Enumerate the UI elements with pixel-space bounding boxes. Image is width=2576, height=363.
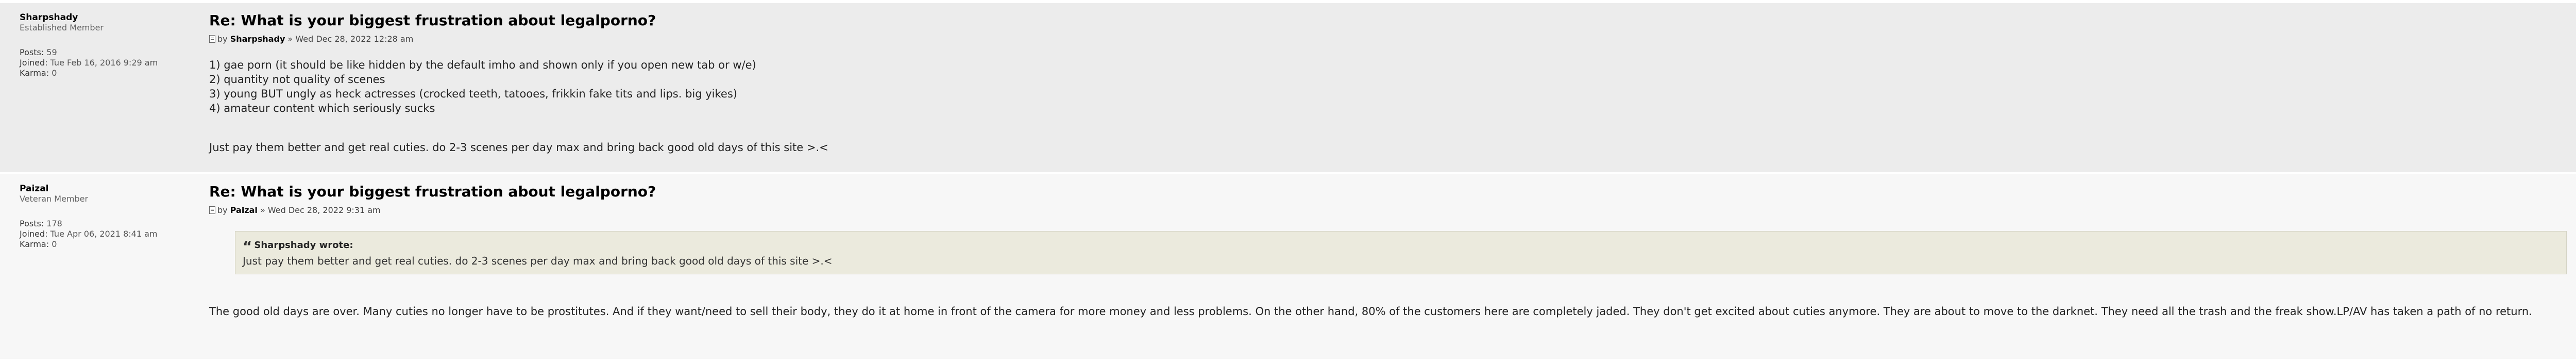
- joined-date: Tue Apr 06, 2021 8:41 am: [50, 229, 158, 239]
- quote-cite: “Sharpshady wrote:: [243, 238, 2559, 255]
- content-line: 1) gae porn (it should be like hidden by…: [209, 59, 756, 71]
- post-meta: by Paizal » Wed Dec 28, 2022 9:31 am: [209, 205, 2576, 216]
- content-line: The good old days are over. Many cuties …: [209, 305, 2532, 318]
- post-document-icon[interactable]: [209, 35, 215, 43]
- karma-label: Karma:: [20, 239, 49, 249]
- content-line: 4) amateur content which seriously sucks: [209, 102, 435, 114]
- author-joined: Joined: Tue Apr 06, 2021 8:41 am: [20, 229, 190, 239]
- post-paizal: Paizal Veteran Member Posts: 178 Joined:…: [0, 174, 2576, 361]
- meta-date: » Wed Dec 28, 2022 9:31 am: [260, 205, 381, 215]
- content-line: Just pay them better and get real cuties…: [209, 141, 828, 154]
- meta-author[interactable]: Paizal: [230, 205, 258, 215]
- post-title[interactable]: Re: What is your biggest frustration abo…: [209, 183, 2576, 201]
- post-body: Re: What is your biggest frustration abo…: [209, 11, 2576, 155]
- karma-value: 0: [52, 68, 57, 78]
- quote-block: “Sharpshady wrote: Just pay them better …: [235, 231, 2567, 274]
- meta-by: by: [217, 205, 228, 215]
- joined-label: Joined:: [20, 58, 48, 68]
- meta-author[interactable]: Sharpshady: [230, 34, 285, 44]
- meta-date: » Wed Dec 28, 2022 12:28 am: [287, 34, 414, 44]
- karma-label: Karma:: [20, 68, 49, 78]
- post-meta: by Sharpshady » Wed Dec 28, 2022 12:28 a…: [209, 34, 2576, 44]
- author-stats: Posts: 178 Joined: Tue Apr 06, 2021 8:41…: [20, 219, 190, 250]
- post-profile: Sharpshady Established Member Posts: 59 …: [20, 12, 190, 78]
- author-rank: Established Member: [20, 23, 104, 32]
- post-sharpshady: Sharpshady Established Member Posts: 59 …: [0, 3, 2576, 174]
- posts-label: Posts:: [20, 219, 44, 228]
- author-karma: Karma: 0: [20, 68, 190, 78]
- content-line: 2) quantity not quality of scenes: [209, 73, 385, 86]
- posts-label: Posts:: [20, 47, 44, 57]
- content-line: 3) young BUT ungly as heck actresses (cr…: [209, 88, 737, 100]
- post-body: Re: What is your biggest frustration abo…: [209, 183, 2576, 319]
- posts-count[interactable]: 178: [46, 219, 62, 228]
- author-posts: Posts: 178: [20, 219, 190, 229]
- joined-label: Joined:: [20, 229, 48, 239]
- post-content: The good old days are over. Many cuties …: [209, 304, 2576, 319]
- post-profile: Paizal Veteran Member Posts: 178 Joined:…: [20, 184, 190, 250]
- author-joined: Joined: Tue Feb 16, 2016 9:29 am: [20, 58, 190, 68]
- quote-text: Just pay them better and get real cuties…: [243, 255, 833, 267]
- author-posts: Posts: 59: [20, 47, 190, 58]
- author-rank: Veteran Member: [20, 194, 89, 204]
- author-username[interactable]: Sharpshady: [20, 12, 190, 23]
- author-stats: Posts: 59 Joined: Tue Feb 16, 2016 9:29 …: [20, 47, 190, 78]
- author-karma: Karma: 0: [20, 239, 190, 250]
- meta-by: by: [217, 34, 228, 44]
- post-title[interactable]: Re: What is your biggest frustration abo…: [209, 11, 2576, 30]
- quote-mark-icon: “: [243, 238, 252, 255]
- author-username[interactable]: Paizal: [20, 184, 190, 194]
- quote-author: Sharpshady wrote:: [254, 240, 353, 251]
- karma-value: 0: [52, 239, 57, 249]
- post-content: 1) gae porn (it should be like hidden by…: [209, 58, 2576, 155]
- joined-date: Tue Feb 16, 2016 9:29 am: [50, 58, 158, 68]
- posts-count[interactable]: 59: [46, 47, 57, 57]
- post-document-icon[interactable]: [209, 206, 215, 214]
